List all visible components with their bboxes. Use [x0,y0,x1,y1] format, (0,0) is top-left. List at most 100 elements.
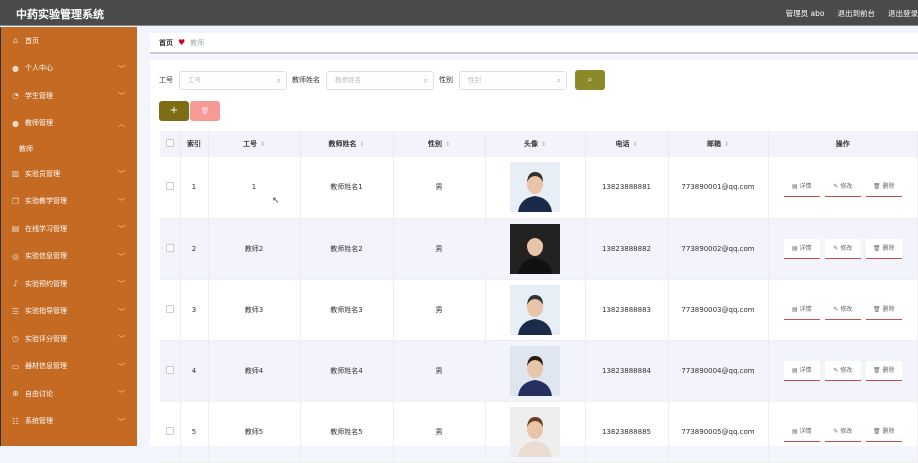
col-avatar[interactable]: 头像 ⇕ [485,131,586,157]
col-name[interactable]: 教师姓名 ⇕ [300,131,394,157]
search-label-name: 教师姓名 [292,76,320,84]
edit-button[interactable]: ✎ 修改 [824,421,861,442]
table-row: 3 教师3 教师姓名3 男 13823888883 773890003@qq.c… [160,279,918,341]
cell-name: 教师姓名3 [300,279,394,341]
sort-icon[interactable]: ⇕ [724,141,729,148]
label: 修改 [840,244,853,252]
row-select[interactable] [160,157,181,219]
breadcrumb-current: 教师 [190,38,205,47]
select-all-checkbox[interactable] [165,139,174,147]
search-input-id[interactable]: 工号 ⌕ [179,70,287,90]
cell-avatar [485,401,586,463]
sidebar-item-8[interactable]: ♪ 实验预约管理 ﹀ [1,270,137,298]
cell-phone: 13823888884 [585,340,669,402]
bell-icon: ◔ [12,91,19,101]
sidebar-item-4[interactable]: ▥ 实验员管理 ﹀ [1,160,137,188]
sidebar-item-6[interactable]: ▤ 在线学习管理 ﹀ [1,215,137,243]
sidebar-item-3[interactable]: ● 教师管理 ︿ [1,110,137,138]
sidebar-item-2[interactable]: ◔ 学生管理 ﹀ [1,82,137,110]
label: 修改 [840,427,853,435]
select-all-header[interactable] [160,131,181,157]
row-checkbox[interactable] [165,426,174,435]
cell-email: 773890005@qq.com [668,401,769,463]
placeholder: 教师姓名 [335,75,361,84]
chevron-down-icon: ﹀ [118,390,125,398]
row-checkbox[interactable] [165,304,174,313]
sort-icon[interactable]: ⇕ [445,141,450,148]
delete-row-button[interactable]: 🗑 删除 [865,360,902,381]
row-select[interactable] [160,279,181,341]
sort-icon[interactable]: ⇕ [632,141,637,148]
avatar-photo[interactable] [510,284,560,335]
delete-row-button[interactable]: 🗑 删除 [865,177,902,198]
row-checkbox[interactable] [165,182,174,191]
breadcrumb-home[interactable]: 首页 [159,38,173,48]
edit-button[interactable]: ✎ 修改 [824,177,861,198]
col-email[interactable]: 邮箱 ⇕ [668,131,769,157]
edit-button[interactable]: ✎ 修改 [824,238,861,259]
add-button[interactable]: + [159,101,189,121]
chevron-down-icon: ﹀ [118,417,125,426]
breadcrumb: 首页 ♥ 教师 [150,33,918,54]
placeholder: 工号 [188,75,201,84]
col-id[interactable]: 工号 ⇕ [208,131,301,157]
sort-icon[interactable]: ⇕ [541,141,546,148]
sidebar-item-label: 实验评分管理 [25,334,67,343]
detail-button[interactable]: ▤ 详情 [783,177,820,198]
to-front-link[interactable]: 退出到前台 [838,8,876,19]
sidebar-item-5[interactable]: ❐ 实验教学管理 ﹀ [1,188,137,216]
cell-id: 教师5 [208,401,301,463]
label: 详情 [799,183,812,191]
cell-index: 2 [180,218,209,280]
sidebar-item-label: 器材信息管理 [25,362,67,371]
sort-icon[interactable]: ⇕ [359,141,364,148]
sort-icon[interactable]: ⇕ [260,141,265,148]
sidebar-subitem-teacher[interactable]: 教师 [1,137,137,160]
row-checkbox[interactable] [165,243,174,252]
avatar-photo[interactable] [510,406,560,457]
detail-button[interactable]: ▤ 详情 [783,421,820,442]
label: 修改 [840,366,853,374]
sidebar-item-label: 在线学习管理 [25,224,67,233]
sidebar-item-0[interactable]: ⌂ 首页 [1,27,137,55]
sidebar-item-12[interactable]: ⊕ 自由讨论 ﹀ [1,380,137,408]
sidebar-item-13[interactable]: ☷ 系统管理 ﹀ [1,408,137,436]
cell-actions: ▤ 详情 ✎ 修改 🗑 删除 [768,340,918,402]
sliders-icon: ☷ [11,416,20,426]
sidebar-item-label: 实验信息管理 [25,252,67,261]
chevron-up-icon: ︿ [118,119,125,128]
detail-button[interactable]: ▤ 详情 [783,360,820,381]
col-phone[interactable]: 电话 ⇕ [585,131,669,157]
sidebar-item-10[interactable]: ◷ 实验评分管理 ﹀ [1,325,137,353]
search-input-gender[interactable]: 性别 ⌕ [459,70,567,90]
edit-button[interactable]: ✎ 修改 [824,360,861,381]
cell-phone: 13823888881 [585,157,669,219]
row-select[interactable] [160,340,181,402]
logout-link[interactable]: 退出登录 [888,8,918,19]
sidebar-item-7[interactable]: ◎ 实验信息管理 ﹀ [1,243,137,271]
detail-button[interactable]: ▤ 详情 [783,238,820,259]
avatar-photo[interactable] [510,223,560,274]
col-gender[interactable]: 性别 ⇕ [393,131,486,157]
delete-row-button[interactable]: 🗑 删除 [865,238,902,259]
search-button[interactable]: ⌕ [575,70,605,90]
sidebar-item-1[interactable]: ● 个人中心 ﹀ [1,55,137,83]
sidebar: ⌂ 首页 ● 个人中心 ﹀ ◔ 学生管理 ﹀ ● 教师管理 ︿ 教师 ▥ 实验员管理 ﹀ ❐ 实验教学管理 ﹀ ▤ 在… [0,27,137,446]
delete-row-button[interactable]: 🗑 删除 [865,299,902,320]
edit-button[interactable]: ✎ 修改 [824,299,861,320]
row-select[interactable] [160,401,181,463]
delete-button[interactable]: 🗑 [190,101,220,121]
delete-row-button[interactable]: 🗑 删除 [865,421,902,442]
search-input-name[interactable]: 教师姓名 ⌕ [326,70,434,90]
avatar-photo[interactable] [510,162,560,213]
avatar-photo[interactable] [510,345,560,396]
header-label: 教师姓名 [328,140,357,148]
row-select[interactable] [160,218,181,280]
cell-id: 教师2 [208,218,301,280]
row-checkbox[interactable] [165,365,174,374]
sidebar-item-11[interactable]: ▭ 器材信息管理 ﹀ [1,353,137,381]
trash-icon: 🗑 [872,244,883,252]
sidebar-item-9[interactable]: ☰ 实验指导管理 ﹀ [1,298,137,326]
settings-icon: ◎ [12,251,19,261]
detail-button[interactable]: ▤ 详情 [783,299,820,320]
